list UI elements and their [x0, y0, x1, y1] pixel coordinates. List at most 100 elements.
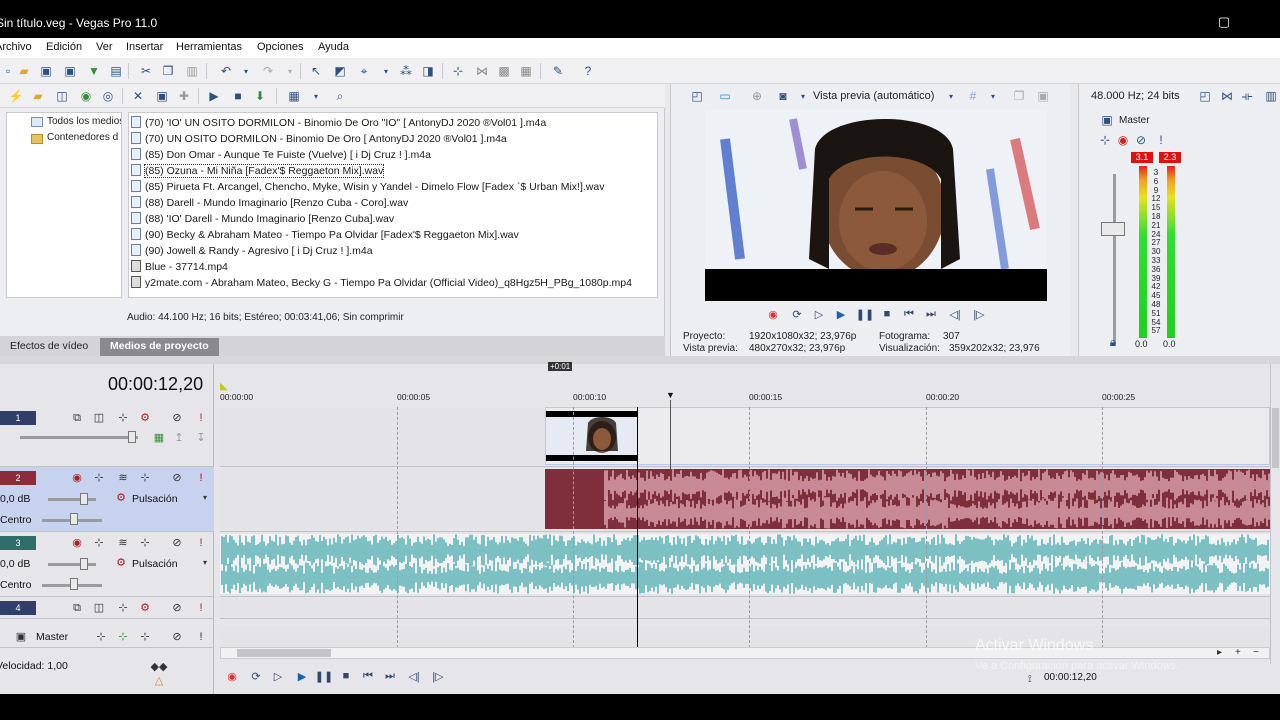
zoom-out-icon[interactable]: ▸	[1217, 647, 1222, 658]
open-folder-icon[interactable]: ▰	[16, 63, 32, 79]
copy-icon[interactable]: ❐	[160, 63, 176, 79]
redo-dropdown-icon[interactable]: ▾	[282, 63, 298, 79]
play-from-start-button[interactable]: ▷	[811, 306, 827, 322]
save-snapshot-icon[interactable]: ▣	[1035, 88, 1051, 104]
stop-button[interactable]: ■	[879, 306, 895, 322]
timeline-hscroll[interactable]: ▸ + −	[220, 647, 1270, 659]
pan-dropdown-icon[interactable]: ▾	[198, 556, 212, 570]
rate-slider-icon[interactable]: ◆◆	[148, 660, 170, 674]
list-item[interactable]: (70) UN OSITO DORMILON - Binomio De Oro …	[131, 131, 651, 147]
mute-track-icon[interactable]: ⚙	[138, 601, 152, 615]
list-item[interactable]: (90) Jowell & Randy - Agresivo [ i Dj Cr…	[131, 243, 651, 259]
video-lane-1[interactable]	[220, 407, 1270, 467]
normal-edit-tool-icon[interactable]: ↖	[308, 63, 324, 79]
mixer-properties-icon[interactable]: ◰	[1197, 88, 1213, 104]
zoom-in-icon[interactable]: +	[1235, 647, 1241, 658]
go-to-start-button[interactable]: ⏮	[360, 668, 376, 684]
track-motion-icon[interactable]: ⊹	[138, 471, 152, 485]
zoom-search-icon[interactable]: ⌕	[332, 88, 348, 104]
automation-icon[interactable]: !	[194, 601, 208, 615]
next-frame-button[interactable]: |▷	[971, 306, 987, 322]
copy-snapshot-icon[interactable]: ❐	[1011, 88, 1027, 104]
solo-track-icon[interactable]: ⊘	[170, 601, 184, 615]
menu-ver[interactable]: Ver	[96, 41, 113, 53]
arm-record-icon[interactable]: ◉	[70, 536, 84, 550]
track-envelope-icon[interactable]: ≋	[116, 536, 130, 550]
auto-crossfade-icon[interactable]: ⋈	[474, 63, 490, 79]
brush-icon[interactable]: ✎	[550, 63, 566, 79]
make-parent-icon[interactable]: ↥	[172, 431, 186, 445]
import-media-icon[interactable]: ▰	[30, 88, 46, 104]
opacity-slider[interactable]	[128, 431, 136, 443]
mute-icon[interactable]: ◉	[1115, 132, 1131, 148]
solo-track-icon[interactable]: ⊘	[170, 471, 184, 485]
auto-ripple-icon[interactable]: ⁂	[398, 63, 414, 79]
tool-dropdown-icon[interactable]: ▾	[378, 63, 394, 79]
go-to-end-button[interactable]: ⏭	[923, 306, 939, 322]
tab-project-media[interactable]: Medios de proyecto	[100, 338, 219, 356]
previous-frame-button[interactable]: ◁|	[406, 668, 422, 684]
new-icon[interactable]: ▫	[0, 63, 16, 79]
ignore-grouping-icon[interactable]: ▩	[496, 63, 512, 79]
list-item[interactable]: (88) Darell - Mundo Imaginario [Renzo Cu…	[131, 195, 651, 211]
preview-fx-icon[interactable]: ⊕	[749, 88, 765, 104]
pan-mode-label[interactable]: Pulsación	[132, 493, 178, 505]
list-item[interactable]: Blue - 37714.mp4	[131, 259, 651, 275]
menu-edicion[interactable]: Edición	[46, 41, 82, 53]
remove-media-icon[interactable]: ✕	[130, 88, 146, 104]
playhead-icon[interactable]: ▼	[666, 390, 675, 400]
mute-track-icon[interactable]: ⚙	[138, 411, 152, 425]
pan-slider[interactable]	[70, 513, 78, 525]
mixer-menu-icon[interactable]: ▥	[1263, 88, 1279, 104]
preview-quality-select[interactable]: Vista previa (automático)	[813, 90, 934, 102]
redo-icon[interactable]: ↷	[260, 63, 276, 79]
audio-lane-2[interactable]	[220, 467, 1270, 532]
track-fx-icon[interactable]: ⊹	[116, 601, 130, 615]
track-fx-icon[interactable]: ⊹	[92, 471, 106, 485]
menu-ayuda[interactable]: Ayuda	[318, 41, 349, 53]
menu-insertar[interactable]: Insertar	[126, 41, 163, 53]
pan-dropdown-icon[interactable]: ▾	[198, 491, 212, 505]
automation-icon[interactable]: !	[194, 471, 208, 485]
menu-archivo[interactable]: Archivo	[0, 41, 32, 53]
cut-icon[interactable]: ✂	[138, 63, 154, 79]
track-envelope-icon[interactable]: ≋	[116, 471, 130, 485]
play-button[interactable]: ▶	[294, 668, 310, 684]
tree-item-all-media[interactable]: Todos los medios	[47, 116, 121, 127]
pan-type-icon[interactable]: ⚙	[114, 491, 128, 505]
mute-track-icon[interactable]: ⊹	[138, 630, 152, 644]
volume-slider[interactable]	[80, 493, 88, 505]
play-preview-icon[interactable]: ▶	[206, 88, 222, 104]
list-item[interactable]: y2mate.com - Abraham Mateo, Becky G - Ti…	[131, 275, 651, 291]
record-button[interactable]: ◉	[224, 668, 240, 684]
menu-herramientas[interactable]: Herramientas	[176, 41, 242, 53]
split-dropdown-icon[interactable]: ▾	[795, 88, 811, 104]
zoom-minus-icon[interactable]: −	[1253, 647, 1259, 658]
mixer-dim-icon[interactable]: ⟛	[1239, 88, 1255, 104]
split-screen-icon[interactable]: ◙	[775, 88, 791, 104]
stop-preview-icon[interactable]: ■	[230, 88, 246, 104]
automation-icon[interactable]: !	[194, 411, 208, 425]
playhead[interactable]	[670, 400, 671, 470]
track-motion-icon[interactable]: ⧉	[70, 601, 84, 615]
master-fader[interactable]	[1101, 222, 1125, 236]
loop-playback-button[interactable]: ⟳	[248, 668, 264, 684]
track-fx-icon[interactable]: ⊹	[94, 630, 108, 644]
track-header-audio-2[interactable]: 2 ◉ ⊹ ≋ ⊹ ⊘ ! 0,0 dB ⚙ Pulsación ▾ Centr…	[0, 467, 214, 532]
pause-button[interactable]: ❚❚	[856, 306, 874, 322]
preview-properties-icon[interactable]: ◰	[689, 88, 705, 104]
scroll-thumb[interactable]	[1272, 408, 1279, 468]
views-icon[interactable]: ▦	[286, 88, 302, 104]
tab-video-effects[interactable]: Efectos de vídeo	[0, 338, 98, 356]
pan-slider[interactable]	[70, 578, 78, 590]
paste-icon[interactable]: ▥	[184, 63, 200, 79]
snapping-icon[interactable]: ⊹	[450, 63, 466, 79]
save-as-icon[interactable]: ▣	[62, 63, 78, 79]
edit-cursor[interactable]	[637, 407, 638, 648]
video-event[interactable]	[545, 407, 1270, 465]
panel-splitter[interactable]	[0, 356, 1280, 364]
play-from-start-button[interactable]: ▷	[270, 668, 286, 684]
master-bus-track[interactable]: ▣ Master ⊹ ⊹ ⊹ ⊘ !	[0, 626, 214, 648]
play-button[interactable]: ▶	[833, 306, 849, 322]
go-to-start-button[interactable]: ⏮	[901, 306, 917, 322]
